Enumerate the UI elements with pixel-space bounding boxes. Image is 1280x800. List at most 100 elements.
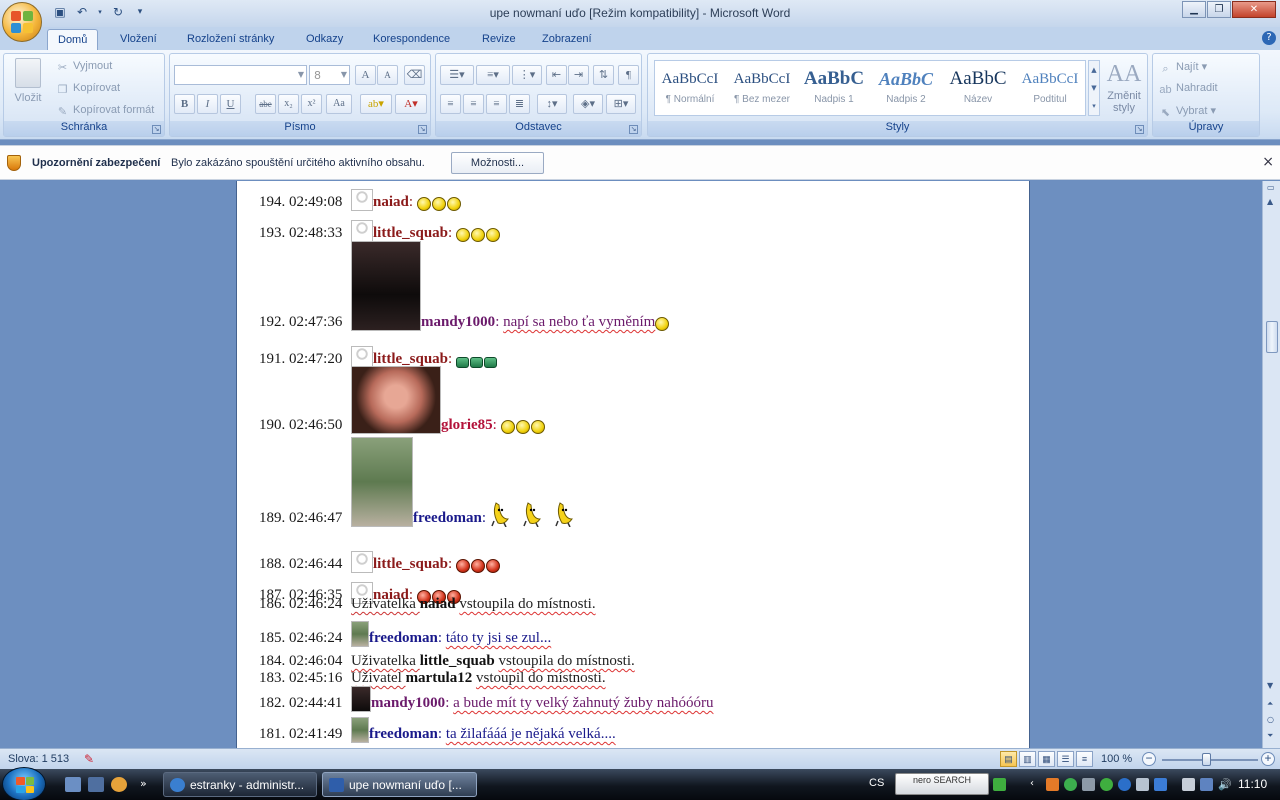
sort-icon[interactable]: ⇅: [593, 65, 614, 85]
print-layout-icon[interactable]: ▤: [1000, 751, 1017, 767]
italic-button[interactable]: I: [197, 94, 218, 114]
change-case-button[interactable]: Aa: [326, 94, 352, 114]
document-page[interactable]: 194. 02:49:08 naiad: 193. 02:48:33 littl…: [236, 181, 1030, 748]
show-marks-button[interactable]: ¶: [618, 65, 639, 85]
font-size-combo[interactable]: 8 ▼: [309, 65, 350, 85]
tab-insert[interactable]: Vložení: [110, 29, 167, 50]
draft-icon[interactable]: ≡: [1076, 751, 1093, 767]
align-right-icon[interactable]: ≡: [486, 94, 507, 114]
show-desktop-icon[interactable]: [65, 777, 81, 792]
increase-indent-icon[interactable]: ⇥: [568, 65, 589, 85]
underline-button[interactable]: U: [220, 94, 241, 114]
clock[interactable]: 11:10: [1238, 777, 1267, 791]
word-count[interactable]: Slova: 1 513: [8, 753, 69, 765]
quicklaunch-more-icon[interactable]: »: [140, 777, 156, 792]
styles-scroll-icon[interactable]: ▲ ▼ ▾: [1088, 60, 1100, 116]
cut-button[interactable]: ✂ Vyjmout: [56, 60, 112, 74]
highlight-icon[interactable]: ab▾: [360, 94, 392, 114]
clipboard-launcher-icon[interactable]: ↘: [152, 125, 161, 134]
minimize-button[interactable]: ▁: [1182, 1, 1206, 18]
style-normal[interactable]: AaBbCcI ¶ Normální: [657, 64, 723, 114]
tab-mailings[interactable]: Korespondence: [363, 29, 460, 50]
select-button[interactable]: ⬉ Vybrat ▾: [1159, 104, 1216, 119]
next-page-icon[interactable]: ⏷: [1267, 731, 1273, 741]
replace-button[interactable]: ab Nahradit: [1159, 82, 1217, 97]
bold-button[interactable]: B: [174, 94, 195, 114]
strikethrough-button[interactable]: abe: [255, 94, 276, 114]
shrink-font-button[interactable]: A: [377, 65, 398, 85]
nero-search-box[interactable]: nero SEARCH: [895, 773, 989, 795]
numbering-icon[interactable]: ≡▾: [476, 65, 510, 85]
subscript-button[interactable]: x₂: [278, 94, 299, 114]
help-icon[interactable]: ?: [1262, 31, 1276, 45]
grow-font-button[interactable]: A: [355, 65, 376, 85]
tray-update-icon[interactable]: [1118, 778, 1131, 791]
previous-page-icon[interactable]: ⏶: [1267, 699, 1273, 709]
taskbar-item-word[interactable]: upe nowmaní uďo [...: [322, 772, 477, 797]
zoom-in-icon[interactable]: +: [1261, 752, 1275, 766]
borders-icon[interactable]: ⊞▾: [606, 94, 636, 114]
find-button[interactable]: ⌕ Najít ▾: [1159, 60, 1207, 76]
decrease-indent-icon[interactable]: ⇤: [546, 65, 567, 85]
tray-monitor-icon[interactable]: [1200, 778, 1213, 791]
font-color-icon[interactable]: A▾: [395, 94, 427, 114]
office-button[interactable]: [2, 2, 42, 42]
paragraph-launcher-icon[interactable]: ↘: [629, 125, 638, 134]
clear-formatting-icon[interactable]: ⌫: [404, 65, 425, 85]
close-icon[interactable]: ×: [1262, 154, 1274, 170]
tray-display-icon[interactable]: [1136, 778, 1149, 791]
outline-icon[interactable]: ☰: [1057, 751, 1074, 767]
align-center-icon[interactable]: ≡: [463, 94, 484, 114]
web-layout-icon[interactable]: ▦: [1038, 751, 1055, 767]
scroll-thumb[interactable]: [1266, 321, 1278, 353]
justify-icon[interactable]: ≣: [509, 94, 530, 114]
tab-home[interactable]: Domů: [47, 29, 99, 50]
tab-review[interactable]: Revize: [472, 29, 526, 50]
full-screen-reading-icon[interactable]: ▥: [1019, 751, 1036, 767]
options-button[interactable]: Možnosti...: [451, 152, 544, 174]
tray-app-icon[interactable]: [1046, 778, 1059, 791]
tray-bluetooth-icon[interactable]: [1154, 778, 1167, 791]
proofing-icon[interactable]: ✎: [84, 752, 102, 766]
tab-references[interactable]: Odkazy: [296, 29, 353, 50]
media-player-icon[interactable]: [111, 777, 127, 792]
maximize-button[interactable]: ❐: [1207, 1, 1231, 18]
tab-view[interactable]: Zobrazení: [532, 29, 602, 50]
ruler-toggle-icon[interactable]: ▭: [1267, 183, 1275, 192]
tray-device-icon[interactable]: [1182, 778, 1195, 791]
styles-launcher-icon[interactable]: ↘: [1135, 125, 1144, 134]
switch-windows-icon[interactable]: [88, 777, 104, 792]
tray-expand-icon[interactable]: ‹: [1030, 778, 1043, 791]
style-heading-1[interactable]: AaBbC Nadpis 1: [801, 64, 867, 114]
shading-icon[interactable]: ◈▾: [573, 94, 603, 114]
font-launcher-icon[interactable]: ↘: [418, 125, 427, 134]
zoom-level[interactable]: 100 %: [1101, 753, 1132, 765]
vertical-scrollbar[interactable]: ▭ ▲ ▼ ⏶ ○ ⏷: [1262, 181, 1280, 748]
tray-network-icon[interactable]: [1064, 778, 1077, 791]
start-button[interactable]: [2, 767, 46, 800]
zoom-slider-thumb[interactable]: [1202, 753, 1211, 766]
copy-button[interactable]: ❐ Kopírovat: [56, 82, 121, 96]
superscript-button[interactable]: x²: [301, 94, 322, 114]
style-title[interactable]: AaBbC Název: [945, 64, 1011, 114]
style-heading-2[interactable]: AaBbC Nadpis 2: [873, 64, 939, 114]
scroll-down-icon[interactable]: ▼: [1267, 681, 1273, 690]
multilevel-list-icon[interactable]: ⋮▾: [512, 65, 542, 85]
language-indicator[interactable]: CS: [869, 777, 884, 789]
paste-button[interactable]: Vložit: [10, 58, 46, 104]
style-no-spacing[interactable]: AaBbCcI ¶ Bez mezer: [729, 64, 795, 114]
go-arrow-icon[interactable]: [993, 778, 1006, 791]
style-subtitle[interactable]: AaBbCcI Podtitul: [1017, 64, 1083, 114]
bullets-icon[interactable]: ☰▾: [440, 65, 474, 85]
scroll-up-icon[interactable]: ▲: [1267, 197, 1273, 206]
tab-page-layout[interactable]: Rozložení stránky: [177, 29, 284, 50]
change-styles-button[interactable]: AA Změnit styly: [1104, 58, 1144, 114]
taskbar-item-browser[interactable]: estranky - administr...: [163, 772, 317, 797]
zoom-out-icon[interactable]: −: [1142, 752, 1156, 766]
align-left-icon[interactable]: ≡: [440, 94, 461, 114]
volume-icon[interactable]: 🔊: [1218, 778, 1232, 791]
format-painter-button[interactable]: ✎ Kopírovat formát: [56, 104, 154, 118]
font-name-combo[interactable]: ▼: [174, 65, 307, 85]
tray-sync-icon[interactable]: [1100, 778, 1113, 791]
close-button[interactable]: ✕: [1232, 1, 1276, 18]
